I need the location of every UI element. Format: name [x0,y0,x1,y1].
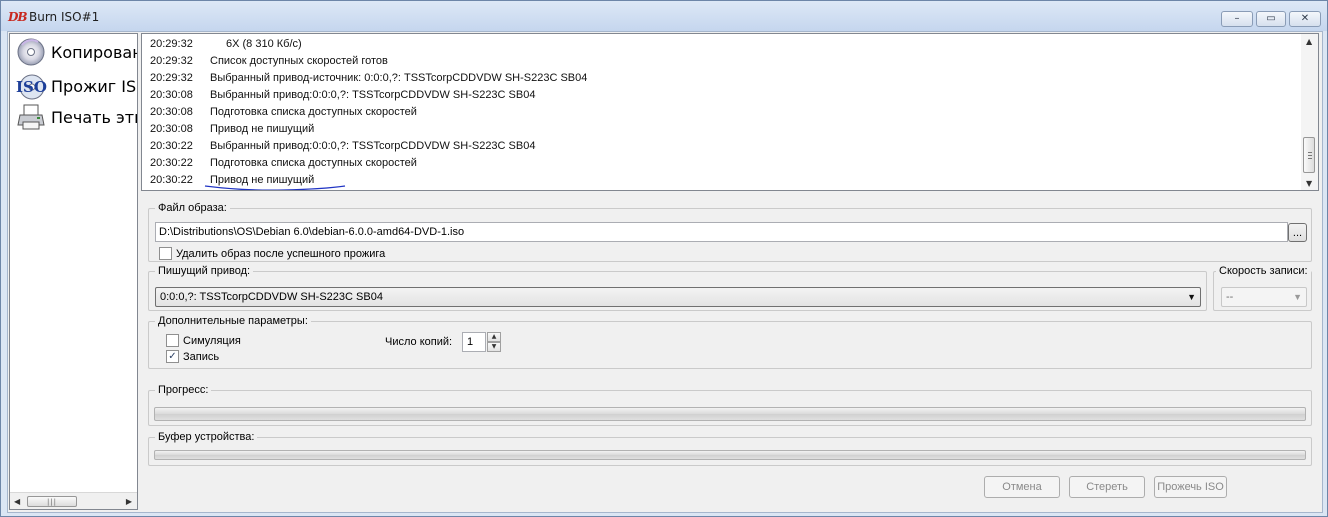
log-entry: 20:30:08 Подготовка списка доступных скор… [150,106,417,118]
write-checkbox[interactable]: ✓ Запись [166,350,219,363]
browse-button[interactable]: ... [1288,223,1307,242]
log-entry: 20:29:32 6X (8 310 Кб/с) [150,38,302,50]
printer-icon [14,100,48,134]
buffer-legend: Буфер устройства: [155,431,258,443]
checkbox-label: Удалить образ после успешного прожига [176,247,386,260]
handwritten-underline [204,185,346,190]
checkbox-label: Запись [183,350,220,363]
svg-text:ISO: ISO [16,78,47,96]
minimize-button[interactable]: – [1221,11,1253,27]
progress-bar [154,407,1306,421]
copies-label: Число копий: [385,336,453,348]
extra-options-group: Дополнительные параметры: Симуляция ✓ За… [148,315,1312,369]
log-entry: 20:29:32 Выбранный привод-источник: 0:0:0… [150,72,588,84]
sidebar: Копировани ISO Прожиг ISO [9,33,138,510]
burn-iso-button[interactable]: Прожечь ISO [1154,476,1227,498]
sidebar-item-copy[interactable]: Копировани [14,35,137,69]
extra-options-legend: Дополнительные параметры: [155,315,311,327]
log-vertical-scrollbar[interactable]: ▲ ▼ [1301,34,1318,190]
writer-drive-group: Пишущий привод: 0:0:0,?: TSSTcorpCDDVDW … [148,265,1207,311]
sidebar-item-print-label[interactable]: Печать эти [14,100,138,134]
title-bar[interactable]: DB Burn ISO#1 – ▭ ✕ [1,1,1327,31]
chevron-down-icon: ▼ [1293,292,1302,302]
sidebar-item-label: Печать эти [51,107,138,127]
log-entry: 20:30:08 Привод не пишущий [150,123,315,135]
write-speed-value: -- [1226,291,1234,303]
disc-copy-icon [14,35,48,69]
erase-button[interactable]: Стереть [1069,476,1145,498]
buffer-group: Буфер устройства: [148,431,1312,466]
buffer-bar [154,450,1306,460]
scroll-down-icon[interactable]: ▼ [1306,179,1312,188]
progress-group: Прогресс: [148,384,1312,426]
simulation-checkbox[interactable]: Симуляция [166,334,241,347]
client-area: Копировани ISO Прожиг ISO [7,31,1323,513]
sidebar-horizontal-scrollbar[interactable]: ◀ ||| ▶ [10,492,137,509]
log-entry: 20:30:08 Выбранный привод:0:0:0,?: TSSTco… [150,89,536,101]
iso-disc-icon: ISO [14,69,48,103]
scroll-up-icon[interactable]: ▲ [1306,37,1312,46]
spin-down-icon[interactable]: ▼ [487,342,501,352]
write-speed-select[interactable]: -- ▼ [1221,287,1307,307]
checkbox-box[interactable] [159,247,172,260]
writer-drive-legend: Пишущий привод: [155,265,254,277]
sidebar-item-label: Прожиг ISO [48,76,137,96]
progress-legend: Прогресс: [155,384,212,396]
log-entry: 20:30:22 Выбранный привод:0:0:0,?: TSSTco… [150,140,536,152]
spin-up-icon[interactable]: ▲ [487,332,501,342]
app-logo-icon: DB [8,10,28,24]
log-panel[interactable]: 20:29:32 6X (8 310 Кб/с) 20:29:32 Список д… [141,33,1319,191]
scroll-thumb[interactable]: ||| [27,496,77,507]
writer-drive-value: 0:0:0,?: TSSTcorpCDDVDW SH-S223C SB04 [160,291,383,303]
check-icon[interactable]: ✓ [166,350,179,363]
burn-iso-window: DB Burn ISO#1 – ▭ ✕ Копирова ISO Прожиг … [0,0,1328,517]
checkbox-label: Симуляция [183,334,241,347]
checkbox-box[interactable] [166,334,179,347]
close-button[interactable]: ✕ [1289,11,1321,27]
delete-after-burn-checkbox[interactable]: Удалить образ после успешного прожига [159,247,385,260]
sidebar-item-burn-iso[interactable]: ISO Прожиг ISO [14,69,137,103]
copies-input[interactable]: 1 [462,332,486,352]
sidebar-item-label: Копировани [51,42,137,62]
restore-button[interactable]: ▭ [1256,11,1286,27]
chevron-down-icon: ▼ [1187,292,1196,302]
window-title: Burn ISO#1 [29,10,100,24]
scroll-left-icon[interactable]: ◀ [14,497,20,506]
scroll-right-icon[interactable]: ▶ [126,497,132,506]
write-speed-group: Скорость записи: -- ▼ [1213,265,1312,311]
log-entry: 20:29:32 Список доступных скоростей готов [150,55,388,67]
cancel-button[interactable]: Отмена [984,476,1060,498]
write-speed-legend: Скорость записи: [1216,265,1311,277]
log-entry: 20:30:22 Подготовка списка доступных скор… [150,157,417,169]
image-file-legend: Файл образа: [155,202,230,214]
image-path-field[interactable]: D:\Distributions\OS\Debian 6.0\debian-6.… [155,222,1288,242]
scroll-thumb[interactable] [1303,137,1315,173]
image-file-group: Файл образа: D:\Distributions\OS\Debian … [148,202,1312,262]
writer-drive-select[interactable]: 0:0:0,?: TSSTcorpCDDVDW SH-S223C SB04 ▼ [155,287,1201,307]
